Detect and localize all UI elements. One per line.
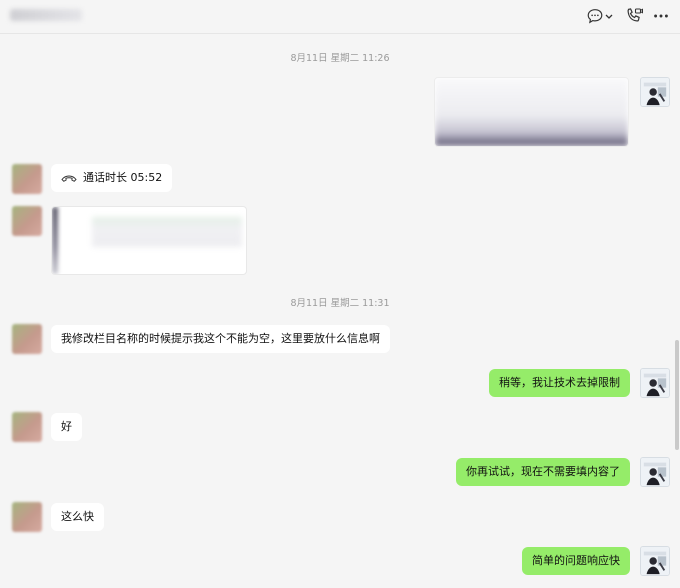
avatar-contact[interactable]: [12, 412, 42, 442]
message-bubble-incoming[interactable]: 这么快: [51, 503, 104, 531]
chat-header: [0, 0, 680, 34]
phone-hangup-icon: [61, 173, 77, 183]
avatar-contact[interactable]: [12, 502, 42, 532]
phone-video-icon[interactable]: [624, 6, 644, 26]
chat-more-icon[interactable]: [586, 6, 604, 26]
shared-card-blurred[interactable]: [434, 77, 629, 147]
message-bubble-outgoing[interactable]: 稍等，我让技术去掉限制: [489, 369, 630, 397]
more-icon[interactable]: [652, 6, 670, 26]
avatar-contact[interactable]: [12, 324, 42, 354]
avatar-me[interactable]: [640, 368, 670, 398]
avatar-me[interactable]: [640, 77, 670, 107]
scrollbar[interactable]: [675, 340, 679, 450]
card-preview: [92, 217, 242, 247]
message-bubble-incoming[interactable]: 好: [51, 413, 82, 441]
timestamp: 8月11日 星期二 11:26: [290, 53, 390, 64]
card-accent: [52, 207, 58, 274]
timestamp: 8月11日 星期二 11:31: [290, 298, 390, 309]
message-bubble-outgoing[interactable]: 你再试试，现在不需要填内容了: [456, 458, 630, 486]
avatar-me[interactable]: [640, 546, 670, 576]
avatar-contact[interactable]: [12, 164, 42, 194]
message-bubble-incoming[interactable]: 我修改栏目名称的时候提示我这个不能为空，这里要放什么信息啊: [51, 325, 390, 353]
message-bubble-outgoing[interactable]: 简单的问题响应快: [522, 547, 630, 575]
card-preview: [435, 78, 628, 146]
shared-file-blurred[interactable]: [51, 206, 247, 275]
chevron-down-icon[interactable]: [604, 6, 614, 26]
call-record-bubble[interactable]: 通话时长 05:52: [51, 164, 173, 192]
chat-title-blurred: [10, 9, 82, 21]
call-duration-label: 通话时长 05:52: [83, 171, 163, 184]
avatar-me[interactable]: [640, 457, 670, 487]
avatar-contact[interactable]: [12, 206, 42, 236]
